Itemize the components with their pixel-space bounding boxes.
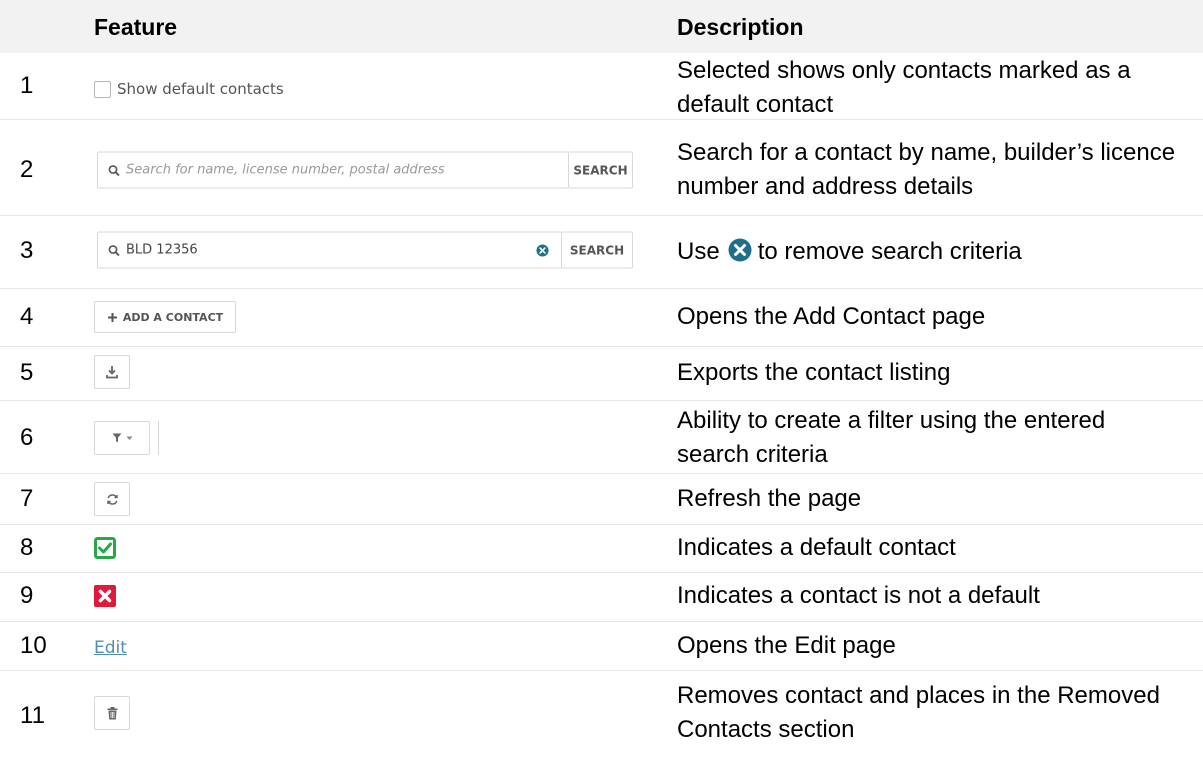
row-number: 5 <box>20 359 34 386</box>
description-text-before: Use <box>677 238 720 265</box>
check-icon <box>94 537 116 559</box>
search-icon <box>108 244 120 256</box>
plus-icon <box>107 312 117 322</box>
download-icon <box>106 366 118 379</box>
clear-search-icon[interactable] <box>536 243 549 257</box>
description-text-after: to remove search criteria <box>757 238 1022 265</box>
search-icon <box>108 164 120 176</box>
table-row: 9 Indicates a contact is not a default <box>0 573 1203 622</box>
row-number: 3 <box>20 237 34 264</box>
table-row: 3 BLD 12356 SEARCH Use to remove search … <box>0 216 1203 289</box>
description-column-header: Description <box>677 14 804 40</box>
divider <box>158 421 159 455</box>
row-description: Removes contact and places in the Remove… <box>677 682 1160 743</box>
search-group-with-value: BLD 12356 SEARCH <box>97 231 633 269</box>
add-contact-label: ADD A CONTACT <box>122 310 224 324</box>
row-description: Use to remove search criteria <box>677 235 1177 269</box>
table-row: 4 ADD A CONTACT Opens the Add Contact pa… <box>0 289 1203 347</box>
row-number: 7 <box>20 485 34 512</box>
filter-icon <box>112 433 121 443</box>
table-row: 1 Show default contacts Selected shows o… <box>0 53 1203 120</box>
search-placeholder: Search for name, license number, postal … <box>126 162 445 178</box>
x-icon <box>94 585 116 607</box>
row-number: 10 <box>20 632 47 659</box>
row-number: 8 <box>20 534 34 561</box>
search-group: Search for name, license number, postal … <box>97 151 633 189</box>
clear-icon <box>728 238 752 262</box>
row-number: 9 <box>20 582 34 609</box>
edit-link[interactable]: Edit <box>94 638 127 658</box>
row-description: Opens the Add Contact page <box>677 303 986 330</box>
row-number: 6 <box>20 424 34 451</box>
table-row: 8 Indicates a default contact <box>0 525 1203 573</box>
row-description: Ability to create a filter using the ent… <box>677 407 1106 468</box>
checkbox-label: Show default contacts <box>117 80 284 98</box>
table-row: 10 Edit Opens the Edit page <box>0 622 1203 671</box>
table-row: 6 Ability to create a filter using the e… <box>0 401 1203 474</box>
row-number: 1 <box>20 72 34 99</box>
row-description: Indicates a contact is not a default <box>677 582 1040 609</box>
row-number: 11 <box>20 702 45 729</box>
row-description: Exports the contact listing <box>677 359 951 386</box>
show-default-contacts-checkbox[interactable]: Show default contacts <box>94 80 284 98</box>
search-button[interactable]: SEARCH <box>569 151 633 189</box>
chevron-down-icon <box>126 436 132 440</box>
row-description: Selected shows only contacts marked as a… <box>677 57 1131 118</box>
row-number: 2 <box>20 156 34 183</box>
search-button[interactable]: SEARCH <box>562 231 633 269</box>
delete-button[interactable] <box>94 696 130 730</box>
export-button[interactable] <box>94 355 130 389</box>
table-row: 5 Exports the contact listing <box>0 347 1203 401</box>
filter-button[interactable] <box>94 421 150 455</box>
add-contact-button[interactable]: ADD A CONTACT <box>94 301 236 333</box>
refresh-button[interactable] <box>94 482 130 516</box>
trash-icon <box>107 706 117 719</box>
table-row: 2 Search for name, license number, posta… <box>0 120 1203 216</box>
refresh-icon <box>106 493 118 505</box>
table-row: 11 Removes contact and places in the Rem… <box>0 671 1203 757</box>
row-description: Search for a contact by name, builder’s … <box>677 139 1176 200</box>
feature-column-header: Feature <box>94 14 178 40</box>
search-input[interactable]: BLD 12356 <box>97 231 562 269</box>
row-description: Indicates a default contact <box>677 534 956 561</box>
table-header: Feature Description <box>0 0 1203 53</box>
search-value: BLD 12356 <box>126 242 198 258</box>
row-number: 4 <box>20 303 34 330</box>
row-description: Opens the Edit page <box>677 632 896 659</box>
filter-control <box>94 421 159 455</box>
checkbox-icon[interactable] <box>94 80 111 98</box>
search-input[interactable]: Search for name, license number, postal … <box>97 151 569 189</box>
row-description: Refresh the page <box>677 485 862 512</box>
table-row: 7 Refresh the page <box>0 474 1203 525</box>
